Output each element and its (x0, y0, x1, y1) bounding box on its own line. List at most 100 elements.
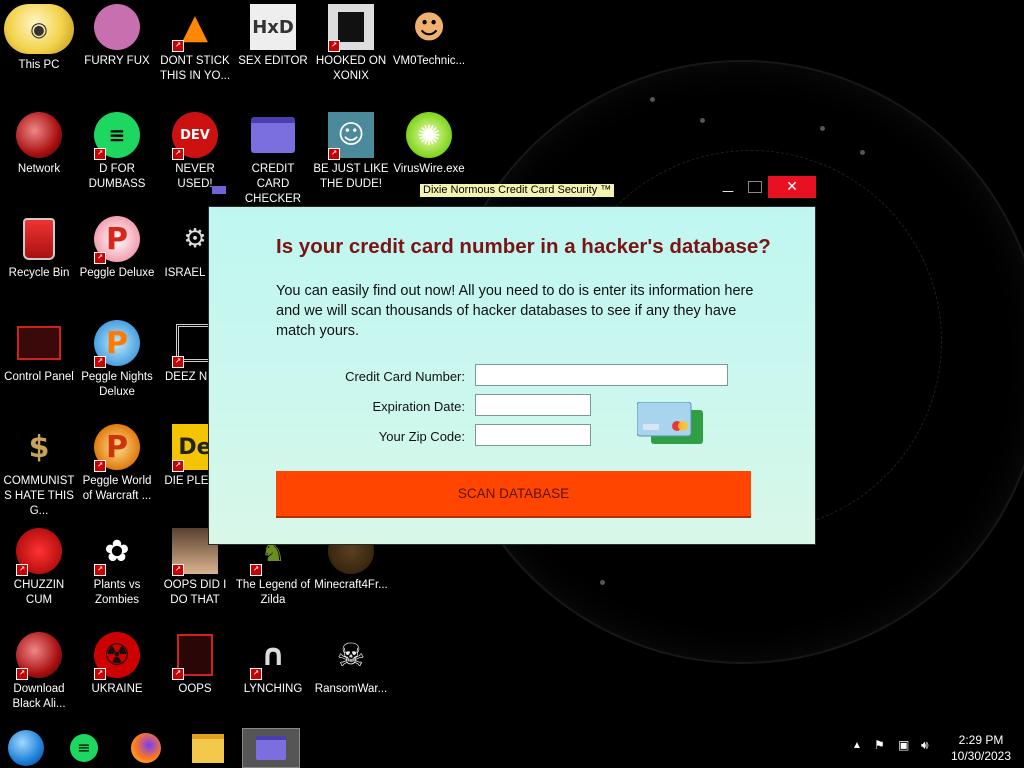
desktop-icon-label: LYNCHING (243, 683, 303, 695)
wallpaper-dot (600, 580, 605, 585)
wallpaper-dot (820, 126, 825, 131)
desktop-icon-label: The Legend of Zilda (235, 579, 311, 606)
credit-card-checker-icon (256, 736, 286, 760)
desktop-icon-credit-card-checker[interactable]: CREDIT CARD CHECKER (235, 112, 311, 207)
app-icon (212, 186, 226, 194)
desktop-icon-label: Control Panel (4, 371, 74, 383)
desktop-icon-d-for-dumbass[interactable]: ≡ ↗ D FOR DUMBASS (79, 112, 155, 192)
desktop-icon-label: DONT STICK THIS IN YO... (159, 55, 231, 82)
desktop-icon-label: BE JUST LIKE THE DUDE! (313, 163, 389, 190)
credit-cards-icon (637, 402, 703, 444)
desktop-icon-label: This PC (18, 59, 60, 71)
dialog-description: You can easily find out now! All you nee… (276, 283, 754, 339)
flag-icon[interactable]: ⚑ (874, 738, 885, 752)
technician-icon: ☻ (412, 8, 446, 46)
desktop-icon-never-used[interactable]: DEV ↗ NEVER USED! (157, 112, 233, 192)
santa-icon: ☺ ↗ (328, 112, 374, 160)
desktop-icon-label: D FOR DUMBASS (88, 163, 146, 190)
tray-chevron-icon[interactable]: ▲ (852, 740, 862, 751)
lime-icon: ✺ (406, 112, 452, 158)
taskbar-d-for-dumbass[interactable]: ≡ (62, 728, 106, 768)
skull-icon: ☠ (336, 636, 366, 674)
dialog-heading: Is your credit card number in a hacker's… (276, 235, 771, 258)
clock-time[interactable]: 2:29 PM (946, 733, 1016, 747)
desktop-icon-lynching[interactable]: ∩ ↗ LYNCHING (235, 632, 311, 697)
start-button[interactable] (4, 728, 48, 768)
desktop-icon-communists[interactable]: $ COMMUNISTS HATE THIS G... (1, 424, 77, 519)
network-tray-icon[interactable]: ▣ (898, 738, 909, 752)
desktop-icon-dude[interactable]: ☺ ↗ BE JUST LIKE THE DUDE! (313, 112, 389, 192)
desktop-icon-ukraine[interactable]: ☢ ↗ UKRAINE (79, 632, 155, 697)
desktop-icon-label: CHUZZIN CUM (13, 579, 65, 606)
download-icon: ↗ (16, 632, 62, 680)
this-pc-icon: ◉ (4, 4, 74, 54)
d-for-dumbass-icon: ≡ (70, 734, 98, 762)
peggle-wow-icon: P ↗ (94, 424, 140, 472)
desktop-icon-peggle-nights[interactable]: P ↗ Peggle Nights Deluxe (79, 320, 155, 400)
desktop-icon-label: Recycle Bin (8, 267, 70, 279)
firefox-icon (131, 733, 161, 763)
desktop-icon-control-panel[interactable]: Control Panel (1, 320, 77, 385)
desktop-icon-label: Network (17, 163, 61, 175)
chuzzle-icon: ↗ (16, 528, 62, 576)
desktop-icon-viruswire[interactable]: ✺ VirusWire.exe (391, 112, 467, 177)
scan-database-button[interactable]: SCAN DATABASE (276, 471, 751, 516)
expiration-label: Expiration Date: (372, 399, 466, 414)
desktop-icon-peggle-deluxe[interactable]: P ↗ Peggle Deluxe (79, 216, 155, 281)
desktop-icon-label: Plants vs Zombies (93, 579, 141, 606)
desktop-icon-download-black-ali[interactable]: ↗ Download Black Ali... (1, 632, 77, 712)
flower-icon: ✿ ↗ (94, 528, 140, 576)
desktop-icon-label: SEX EDITOR (238, 55, 308, 67)
window-title: Dixie Normous Credit Card Security ™ (420, 184, 615, 197)
clock-date[interactable]: 10/30/2023 (946, 749, 1016, 763)
minimize-button[interactable]: — (722, 184, 736, 198)
desktop-icon-plants-vs-zombies[interactable]: ✿ ↗ Plants vs Zombies (79, 528, 155, 608)
desktop-icon-dont-stick[interactable]: ▲ ↗ DONT STICK THIS IN YO... (157, 4, 233, 84)
recycle-bin-icon (16, 216, 62, 262)
furry-fux-icon (94, 4, 140, 50)
desktop-icon-this-pc[interactable]: ◉ This PC (1, 4, 77, 73)
desktop-icon-label: Peggle World of Warcraft ... (82, 475, 152, 502)
desktop-icon-label: CREDIT CARD CHECKER (244, 163, 302, 205)
desktop-icon-furry-fux[interactable]: FURRY FUX (79, 4, 155, 69)
hxd-icon: HxD (250, 4, 296, 50)
zip-code-label: Your Zip Code: (378, 429, 465, 444)
d-for-dumbass-icon: ≡ ↗ (94, 112, 140, 160)
close-button[interactable]: ✕ (768, 176, 816, 198)
maximize-button[interactable] (748, 181, 762, 193)
desktop-icon-label: OOPS (178, 683, 212, 695)
desktop-icon-label: Peggle Nights Deluxe (81, 371, 153, 398)
card-number-field[interactable] (475, 364, 728, 386)
desktop-icon-label: Peggle Deluxe (79, 267, 155, 279)
desktop-icon-chuzzin-cum[interactable]: ↗ CHUZZIN CUM (1, 528, 77, 608)
dev-cpp-icon: DEV ↗ (172, 112, 218, 160)
card-number-label: Credit Card Number: (345, 369, 465, 384)
desktop-icon-label: HOOKED ON XONIX (315, 55, 387, 82)
credit-card-checker-dialog: Is your credit card number in a hacker's… (209, 207, 815, 544)
desktop-icon-network[interactable]: Network (1, 112, 77, 177)
volume-icon[interactable]: 🔊︎ (921, 738, 929, 753)
desktop-icon-label: FURRY FUX (84, 55, 150, 67)
peggle-nights-icon: P ↗ (94, 320, 140, 368)
desktop-icon-hooked-on-xonix[interactable]: ↗ HOOKED ON XONIX (313, 4, 389, 84)
desktop-icon-vm0[interactable]: ☻ VM0Technic... (391, 4, 467, 69)
vlc-cone-icon: ▲ ↗ (172, 4, 218, 52)
desktop-icon-recycle-bin[interactable]: Recycle Bin (1, 216, 77, 281)
wallpaper-dot (650, 97, 655, 102)
desktop-icon-peggle-wow[interactable]: P ↗ Peggle World of Warcraft ... (79, 424, 155, 504)
noose-icon: ∩ ↗ (250, 632, 296, 680)
desktop-icon-sex-editor[interactable]: HxD SEX EDITOR (235, 4, 311, 69)
desktop-icon-label: VirusWire.exe (393, 163, 465, 175)
taskbar-file-explorer[interactable] (186, 728, 230, 768)
peggle-icon: P ↗ (94, 216, 140, 264)
desktop-icon-label: UKRAINE (91, 683, 143, 695)
expiration-date-field[interactable] (475, 394, 591, 416)
desktop-icon-label: Minecraft4Fr... (314, 579, 388, 591)
file-explorer-icon (192, 733, 224, 763)
taskbar-firefox[interactable] (124, 728, 168, 768)
zip-code-field[interactable] (475, 424, 591, 446)
desktop-icon-ransomware[interactable]: ☠ RansomWar... (313, 632, 389, 697)
taskbar-credit-card-checker[interactable] (242, 728, 300, 768)
xonix-icon: ↗ (328, 4, 374, 52)
desktop-icon-oops[interactable]: ↗ OOPS (157, 632, 233, 697)
